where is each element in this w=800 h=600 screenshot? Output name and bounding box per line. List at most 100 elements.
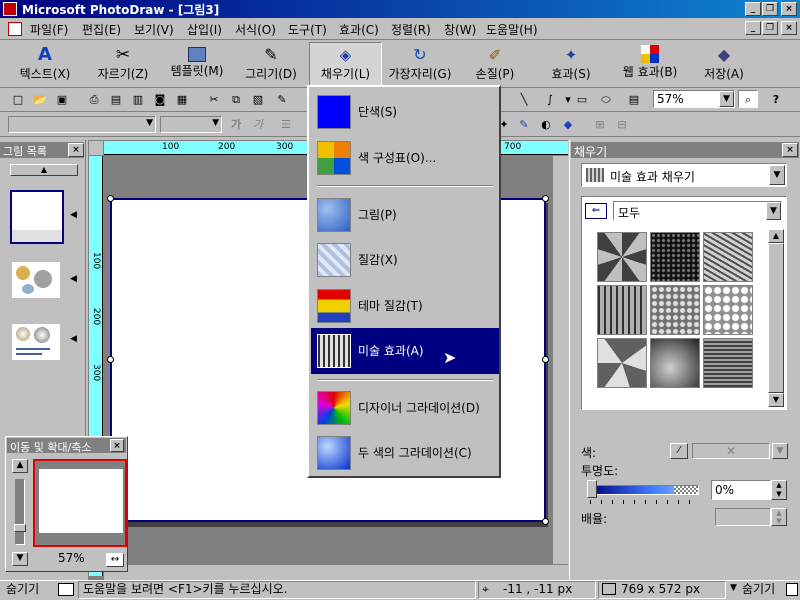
clipart-icon[interactable]: ▦ — [172, 91, 192, 109]
thumbnail-2[interactable] — [12, 262, 60, 298]
selection-handle-mr[interactable] — [542, 356, 549, 363]
workspace-vscroll[interactable] — [552, 156, 568, 566]
scale-spinner[interactable]: ▲ ▼ — [771, 508, 787, 526]
dropdown-item-scheme[interactable]: 색 구성표(O)... — [313, 135, 498, 179]
menu-window[interactable]: 창(W) — [444, 21, 476, 38]
italic-button[interactable]: 가 — [248, 116, 268, 134]
dropdown-item-solid[interactable]: 단색(S) — [313, 89, 498, 133]
dropdown-item-picture[interactable]: 그림(P) — [313, 192, 498, 236]
ellipse-tool-icon[interactable]: ⬭ — [596, 91, 616, 109]
help-icon[interactable]: ? — [766, 91, 786, 109]
panel-toggle-right-icon[interactable] — [786, 583, 798, 596]
doc-close-button[interactable]: × — [781, 21, 797, 35]
group-icon[interactable]: ⊞ — [590, 116, 610, 134]
art-texture-4[interactable] — [597, 285, 647, 335]
contrast-icon[interactable]: ◐ — [536, 116, 556, 134]
workspace-hscroll[interactable] — [104, 564, 568, 580]
document-icon[interactable] — [8, 22, 22, 36]
paste-icon[interactable]: ▧ — [248, 91, 268, 109]
thumbnail-2-arrow-icon[interactable]: ◀ — [70, 274, 77, 284]
art-texture-9[interactable] — [703, 338, 753, 388]
touchup-tool-button[interactable]: ✐ 손질(P) — [465, 43, 525, 85]
menu-tools[interactable]: 도구(T) — [288, 21, 327, 38]
new-icon[interactable]: □ — [8, 91, 28, 109]
dropdown-item-designer-gradient[interactable]: 디자이너 그라데이션(D) — [313, 385, 498, 429]
pencil-icon[interactable]: ✎ — [514, 116, 534, 134]
selection-handle-tl[interactable] — [107, 195, 114, 202]
text-tool-button[interactable]: A 텍스트(X) — [10, 43, 80, 85]
zoom-slider-thumb[interactable] — [14, 524, 26, 532]
art-texture-7[interactable] — [597, 338, 647, 388]
rectangle-tool-icon[interactable]: ▭ — [572, 91, 592, 109]
menu-effects[interactable]: 효과(C) — [339, 21, 379, 38]
menu-format[interactable]: 서식(O) — [235, 21, 276, 38]
chevron-down-icon[interactable]: ▼ — [772, 443, 788, 459]
font-name-combo[interactable]: ▼ — [8, 116, 156, 133]
selection-handle-ml[interactable] — [107, 356, 114, 363]
effects-tool-button[interactable]: ✦ 효과(S) — [536, 43, 606, 85]
save-icon[interactable]: ▣ — [52, 91, 72, 109]
crop-tool-button[interactable]: ✂ 자르기(Z) — [88, 43, 158, 85]
chevron-down-icon[interactable]: ▼ — [769, 165, 785, 185]
fill-type-combo[interactable]: 미술 효과 채우기 ▼ — [581, 163, 787, 187]
close-button[interactable]: × — [781, 2, 797, 16]
fill-tool-button[interactable]: ◈ 채우기(L) — [309, 42, 382, 86]
thumbnail-1[interactable] — [10, 190, 64, 244]
ungroup-icon[interactable]: ⊟ — [612, 116, 632, 134]
doc-restore-button[interactable]: ❐ — [762, 21, 778, 35]
panel-toggle-icon[interactable] — [58, 583, 74, 596]
zoom-slider[interactable] — [14, 479, 26, 545]
transparency-slider-thumb[interactable] — [587, 480, 597, 498]
art-texture-2[interactable] — [650, 232, 700, 282]
chevron-down-icon[interactable]: ▼ — [719, 91, 734, 107]
transparency-spinner[interactable]: ▲ ▼ — [771, 480, 787, 500]
art-texture-5[interactable] — [650, 285, 700, 335]
menu-edit[interactable]: 편집(E) — [82, 21, 121, 38]
bold-button[interactable]: 가 — [226, 116, 246, 134]
menu-insert[interactable]: 삽입(I) — [187, 21, 222, 38]
scale-input[interactable] — [715, 508, 771, 526]
art-texture-6[interactable] — [703, 285, 753, 335]
template-tool-button[interactable]: 템플릿(M) — [162, 43, 232, 85]
scan-icon[interactable]: ▥ — [128, 91, 148, 109]
hide-left-label[interactable]: 숨기기 — [6, 582, 39, 599]
navigator-close-button[interactable]: × — [110, 439, 124, 452]
category-combo[interactable]: 모두 ▼ — [613, 201, 782, 221]
fill-color-icon[interactable]: ◆ — [558, 116, 578, 134]
navigator-preview[interactable] — [33, 459, 127, 547]
app-icon[interactable] — [3, 2, 17, 16]
copy-icon[interactable]: ⧉ — [226, 91, 246, 109]
status-dropdown-icon[interactable]: ▼ — [730, 583, 737, 593]
menu-help[interactable]: 도움말(H) — [486, 21, 538, 38]
edges-tool-button[interactable]: ↻ 가장자리(G) — [384, 43, 456, 85]
fill-panel-close-button[interactable]: × — [782, 143, 798, 157]
cut-icon[interactable]: ✂ — [204, 91, 224, 109]
web-effects-tool-button[interactable]: 웹 효과(B) — [610, 43, 690, 85]
selection-handle-tr[interactable] — [542, 195, 549, 202]
zoom-out-icon[interactable]: ▼ — [12, 552, 28, 566]
thumbnail-1-arrow-icon[interactable]: ◀ — [70, 210, 77, 220]
print-preview-icon[interactable]: ▤ — [106, 91, 126, 109]
picture-list-close-button[interactable]: × — [68, 143, 84, 157]
art-texture-8[interactable] — [650, 338, 700, 388]
zoom-fit-icon[interactable]: ⌕ — [738, 90, 758, 108]
draw-tool-button[interactable]: ✎ 그리기(D) — [236, 43, 306, 85]
dropdown-item-texture[interactable]: 질감(X) — [313, 237, 498, 281]
dropdown-item-art-effect[interactable]: 미술 효과(A) ➤ — [311, 328, 499, 374]
open-icon[interactable]: 📂 — [30, 91, 50, 109]
scroll-up-icon[interactable]: ▲ — [768, 229, 784, 243]
gallery-scrollbar[interactable]: ▲ ▼ — [768, 229, 784, 407]
fit-width-icon[interactable]: ↔ — [106, 553, 124, 567]
gallery-back-icon[interactable]: ⇐ — [585, 203, 607, 219]
font-size-combo[interactable]: ▼ — [160, 116, 222, 133]
transparency-slider[interactable] — [587, 485, 699, 495]
hide-right-label[interactable]: 숨기기 — [742, 582, 775, 599]
format-painter-icon[interactable]: ✎ — [272, 91, 292, 109]
minimize-button[interactable]: _ — [745, 2, 761, 16]
zoom-in-icon[interactable]: ▲ — [12, 459, 28, 473]
scroll-down-icon[interactable]: ▼ — [768, 393, 784, 407]
art-texture-3[interactable] — [703, 232, 753, 282]
save-tool-button[interactable]: ◆ 저장(A) — [694, 43, 754, 85]
scroll-up-button[interactable]: ▲ — [10, 164, 78, 176]
eyedropper-icon[interactable]: ⁄ — [670, 443, 688, 459]
